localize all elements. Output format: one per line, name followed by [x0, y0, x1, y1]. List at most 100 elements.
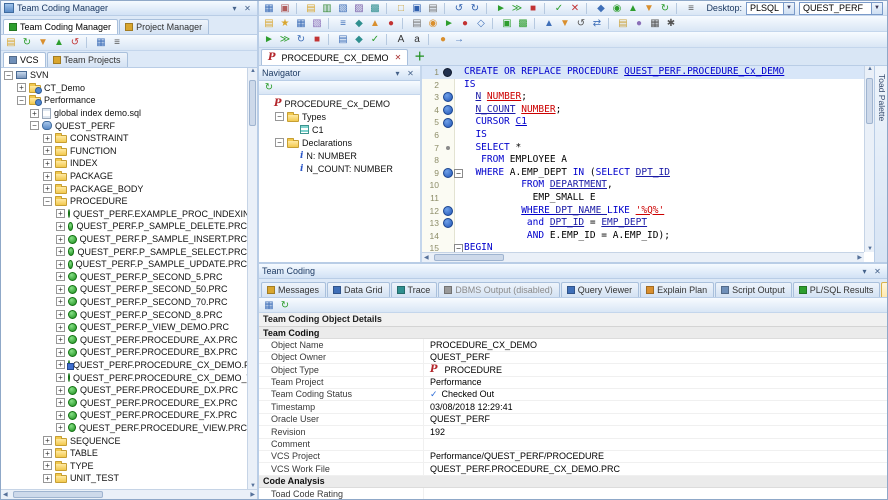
bookmark-icon[interactable]: ●	[435, 33, 451, 46]
query-builder-icon[interactable]: ▧	[309, 17, 325, 30]
collapse-icon[interactable]: −	[17, 95, 26, 105]
database-monitor-icon[interactable]: ▩	[367, 2, 383, 15]
editor-vertical-scrollbar[interactable]	[864, 66, 874, 252]
expand-icon[interactable]: +	[17, 83, 26, 93]
format-code-icon[interactable]: ≡	[335, 17, 351, 30]
tree-item[interactable]: + CONSTRAINT	[1, 132, 247, 145]
info-gutter-icon[interactable]	[442, 168, 453, 178]
execute-as-script-icon[interactable]: ≫	[277, 33, 293, 46]
print-icon[interactable]: ▤	[425, 2, 441, 15]
code-line[interactable]: 7 SELECT *	[422, 142, 864, 155]
expand-icon[interactable]: +	[56, 385, 65, 395]
tab-pl-sql-results[interactable]: PL/SQL Results	[792, 282, 881, 297]
tree-item[interactable]: + QUEST_PERF.PROCEDURE_BX.PRC	[1, 346, 247, 359]
tree-item[interactable]: + global index demo.sql	[1, 107, 247, 120]
check-out-object-icon[interactable]: ▼	[641, 2, 657, 15]
expand-icon[interactable]: +	[56, 221, 65, 231]
redo-icon[interactable]: ↻	[467, 2, 483, 15]
info-gutter-icon[interactable]	[442, 118, 453, 128]
collapse-icon[interactable]: −	[30, 121, 39, 131]
undo-icon[interactable]: ↺	[451, 2, 467, 15]
tree-item[interactable]: − QUEST_PERF	[1, 119, 247, 132]
font-smaller-icon[interactable]: a	[409, 33, 425, 46]
desktop-select[interactable]: PLSQL ▼	[745, 1, 795, 15]
expand-icon[interactable]: +	[56, 234, 65, 244]
tab-vcs[interactable]: VCS	[3, 52, 46, 67]
fold-icon[interactable]: −	[454, 244, 463, 252]
check-out-icon[interactable]: ▼	[35, 36, 51, 49]
tree-item[interactable]: N_COUNT: NUMBER	[259, 162, 420, 175]
toggle-output-icon[interactable]: ▤	[335, 33, 351, 46]
stop-icon[interactable]: ■	[309, 33, 325, 46]
execute-icon[interactable]: ►	[493, 2, 509, 15]
tree-item[interactable]: + CT_Demo	[1, 82, 247, 95]
mark-gutter-icon[interactable]	[442, 68, 453, 77]
breakpoint-icon[interactable]: ●	[457, 17, 473, 30]
code-line[interactable]: 10 FROM DEPARTMENT,	[422, 179, 864, 192]
tree-item[interactable]: + QUEST_PERF.PROCEDURE_EX.PRC	[1, 396, 247, 409]
tab-explain-plan[interactable]: Explain Plan	[640, 282, 715, 297]
collapse-icon[interactable]: −	[4, 70, 13, 80]
close-icon[interactable]: ✕	[871, 265, 884, 278]
check-in-icon[interactable]: ▲	[51, 36, 67, 49]
vcs-tree-horizontal-scrollbar[interactable]	[1, 489, 257, 499]
tree-item[interactable]: + INDEX	[1, 157, 247, 170]
code-line[interactable]: 4 N_COUNT NUMBER;	[422, 104, 864, 117]
tab-trace[interactable]: Trace	[390, 282, 438, 297]
tree-item[interactable]: + QUEST_PERF.P_SECOND_70.PRC	[1, 296, 247, 309]
info-gutter-icon[interactable]	[442, 218, 453, 228]
wizard-icon[interactable]: ★	[277, 17, 293, 30]
tree-item[interactable]: + QUEST_PERF.P_SECOND_5.PRC	[1, 271, 247, 284]
close-tab-icon[interactable]: ✕	[395, 53, 402, 62]
expand-icon[interactable]: +	[43, 146, 52, 156]
tree-item[interactable]: + QUEST_PERF.PROCEDURE_DX.PRC	[1, 384, 247, 397]
refresh-navigator-icon[interactable]: ↻	[261, 81, 277, 94]
tree-item[interactable]: − Types	[259, 110, 420, 123]
expand-icon[interactable]: +	[56, 360, 65, 370]
tree-item[interactable]: + SEQUENCE	[1, 434, 247, 447]
tree-item[interactable]: + FUNCTION	[1, 145, 247, 158]
rollback-icon[interactable]: ✕	[567, 2, 583, 15]
tab-team-projects[interactable]: Team Projects	[46, 52, 128, 67]
tree-item[interactable]: + QUEST_PERF.P_VIEW_DEMO.PRC	[1, 321, 247, 334]
auto-trace-icon[interactable]: ●	[383, 17, 399, 30]
expand-icon[interactable]: +	[56, 410, 65, 420]
tree-item[interactable]: + QUEST_PERF.PROCEDURE_AX.PRC	[1, 333, 247, 346]
expand-icon[interactable]: +	[43, 184, 52, 194]
tree-item[interactable]: + QUEST_PERF.PROCEDURE_CX_DEMO_TUNE	[1, 371, 247, 384]
tree-item[interactable]: PROCEDURE_Cx_DEMO	[259, 97, 420, 110]
tree-item[interactable]: C1	[259, 123, 420, 136]
tree-item[interactable]: + QUEST_PERF.P_SAMPLE_SELECT.PRC	[1, 245, 247, 258]
tree-item[interactable]: + QUEST_PERF.PROCEDURE_CX_DEMO.PRC	[1, 359, 247, 372]
code-analysis-icon[interactable]: ◆	[351, 17, 367, 30]
macros-icon[interactable]: ●	[631, 17, 647, 30]
halt-execution-icon[interactable]: ■	[525, 2, 541, 15]
code-line[interactable]: 2 IS	[422, 79, 864, 92]
code-line[interactable]: 1 CREATE OR REPLACE PROCEDURE QUEST_PERF.…	[422, 66, 864, 79]
session-browser-icon[interactable]: ▨	[351, 2, 367, 15]
new-tab-button[interactable]: ＋	[414, 48, 425, 64]
code-line[interactable]: 8 FROM EMPLOYEE A	[422, 154, 864, 167]
goto-line-icon[interactable]: →	[451, 33, 467, 46]
tree-item[interactable]: − Performance	[1, 94, 247, 107]
fold-icon[interactable]: −	[454, 168, 463, 178]
vcs-history-icon[interactable]: ▦	[93, 36, 109, 49]
tree-item[interactable]: + QUEST_PERF.P_SAMPLE_DELETE.PRC	[1, 220, 247, 233]
expand-icon[interactable]: +	[43, 158, 52, 168]
expand-icon[interactable]: +	[43, 448, 52, 458]
refresh-list-icon[interactable]: ↻	[19, 36, 35, 49]
tree-item[interactable]: + PACKAGE	[1, 170, 247, 183]
expand-icon[interactable]: +	[56, 259, 65, 269]
watches-icon[interactable]: ◇	[473, 17, 489, 30]
gear-icon[interactable]: ✱	[663, 17, 679, 30]
info-gutter-icon[interactable]	[442, 92, 453, 102]
expand-icon[interactable]: +	[43, 473, 52, 483]
compile-icon[interactable]: ▣	[499, 17, 515, 30]
expand-icon[interactable]: +	[43, 133, 52, 143]
dot-gutter-icon[interactable]	[442, 146, 453, 150]
expand-icon[interactable]: +	[43, 436, 52, 446]
editor-horizontal-scrollbar[interactable]	[422, 252, 864, 262]
expand-icon[interactable]: +	[56, 209, 65, 219]
close-icon[interactable]: ✕	[241, 2, 254, 15]
tree-item[interactable]: + QUEST_PERF.PROCEDURE_VIEW.PRC	[1, 422, 247, 435]
